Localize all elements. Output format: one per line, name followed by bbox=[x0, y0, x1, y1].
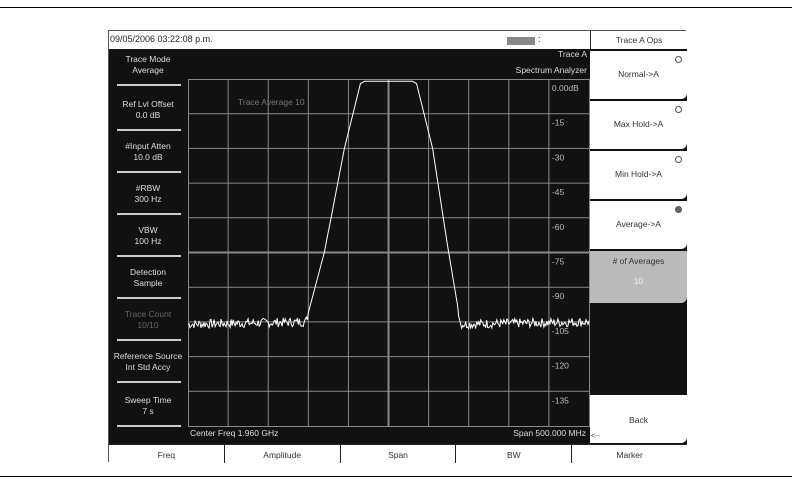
param-value: 300 Hz bbox=[134, 194, 162, 204]
param-sweep-time[interactable]: Sweep Time 7 s bbox=[109, 395, 187, 417]
param-detection[interactable]: Detection Sample bbox=[109, 267, 187, 289]
y-axis-label: -75 bbox=[552, 257, 565, 267]
y-axis-label: -120 bbox=[552, 361, 569, 371]
separator bbox=[117, 297, 181, 299]
param-trace-mode[interactable]: Trace Mode Average bbox=[109, 54, 187, 76]
param--rbw[interactable]: #RBW 300 Hz bbox=[109, 183, 187, 205]
param-value: 7 s bbox=[142, 406, 154, 416]
status-indicator bbox=[507, 37, 535, 45]
center-frequency: Center Freq 1.960 GHz bbox=[190, 428, 279, 438]
separator bbox=[117, 381, 181, 383]
trace-annotation: Trace Average 10 bbox=[238, 97, 305, 107]
softkey-title: Trace A Ops bbox=[590, 31, 687, 49]
mode-label: Spectrum Analyzer bbox=[515, 65, 587, 75]
y-axis-label: -135 bbox=[552, 395, 569, 405]
param-title: Sweep Time bbox=[124, 395, 172, 405]
param--input-atten[interactable]: #Input Atten 10.0 dB bbox=[109, 141, 187, 163]
averages-button[interactable]: # of Averages 10 bbox=[590, 251, 687, 303]
span: Span 500.000 MHz bbox=[513, 428, 586, 438]
param-value: 0.0 dB bbox=[135, 110, 161, 120]
softkey-label: Min Hold->A bbox=[614, 169, 662, 179]
softkey-label: Average->A bbox=[616, 219, 661, 229]
separator bbox=[117, 129, 181, 131]
radio-icon bbox=[675, 156, 682, 163]
tab-span[interactable]: Span bbox=[340, 444, 457, 463]
top-rule bbox=[0, 7, 792, 8]
back-arrow-icon: <-- bbox=[591, 433, 600, 440]
tab-freq[interactable]: Freq bbox=[109, 444, 225, 463]
spectrum-graph: 0.00dB -15 -30 -45 -60 -75 -90 -105 -120 -135 Trac… bbox=[188, 79, 590, 427]
y-axis-label: -105 bbox=[552, 326, 569, 336]
timestamp: 09/05/2006 03:22:08 p.m. bbox=[110, 34, 213, 44]
tab-bw[interactable]: BW bbox=[456, 444, 573, 463]
y-axis-label: 0.00dB bbox=[552, 83, 579, 93]
param-value: 10.0 dB bbox=[133, 152, 163, 162]
parameter-panel: Trace Mode Average Ref Lvl Offset 0.0 dB #In… bbox=[109, 49, 187, 444]
param-title: Reference Source bbox=[113, 351, 183, 361]
param-title: Ref Lvl Offset bbox=[122, 99, 174, 109]
param-value: 100 Hz bbox=[134, 236, 162, 246]
y-axis-label: -15 bbox=[552, 118, 565, 128]
param-value: Int Std Accy bbox=[125, 362, 171, 372]
radio-icon bbox=[675, 206, 682, 213]
param-value: Sample bbox=[133, 278, 163, 288]
softkey-label: Max Hold->A bbox=[613, 119, 664, 129]
param-title: Trace Mode bbox=[125, 54, 171, 64]
softkey-normal-a[interactable]: Normal->A bbox=[590, 51, 687, 99]
param-ref-lvl-offset[interactable]: Ref Lvl Offset 0.0 dB bbox=[109, 99, 187, 121]
param-vbw[interactable]: VBW 100 Hz bbox=[109, 225, 187, 247]
y-axis-label: -90 bbox=[552, 291, 565, 301]
softkey-average-a[interactable]: Average->A bbox=[590, 201, 687, 249]
softkey-panel: Trace A Ops Normal->A Max Hold->A Min Hold… bbox=[590, 31, 687, 444]
softkey-max-hold-a[interactable]: Max Hold->A bbox=[590, 101, 687, 149]
bottom-rule bbox=[0, 476, 792, 477]
param-title: VBW bbox=[138, 225, 158, 235]
param-title: Detection bbox=[130, 267, 166, 277]
separator bbox=[117, 255, 181, 257]
radio-icon bbox=[675, 56, 682, 63]
separator bbox=[117, 171, 181, 173]
y-axis-label: -30 bbox=[552, 152, 565, 162]
param-reference-source[interactable]: Reference Source Int Std Accy bbox=[109, 351, 187, 373]
separator bbox=[117, 425, 181, 427]
param-title: #RBW bbox=[135, 183, 161, 193]
separator bbox=[117, 84, 181, 86]
param-value: 10/10 bbox=[137, 320, 159, 330]
softkey-min-hold-a[interactable]: Min Hold->A bbox=[590, 151, 687, 199]
param-value: Average bbox=[132, 65, 164, 75]
param-title: #Input Atten bbox=[125, 141, 171, 151]
back-label: Back bbox=[629, 415, 648, 425]
y-axis-label: -60 bbox=[552, 222, 565, 232]
status-colon: : bbox=[538, 34, 541, 44]
tab-marker[interactable]: Marker bbox=[572, 444, 687, 463]
radio-icon bbox=[675, 106, 682, 113]
averages-value: 10 bbox=[633, 276, 644, 286]
bottom-menu-bar: Freq Amplitude Span BW Marker bbox=[109, 444, 687, 463]
y-axis-label: -45 bbox=[552, 187, 565, 197]
softkey-label: Normal->A bbox=[618, 69, 659, 79]
separator bbox=[117, 213, 181, 215]
instrument-screen: 09/05/2006 03:22:08 p.m. : Trace Mode Ave… bbox=[108, 30, 687, 463]
param-trace-count[interactable]: Trace Count 10/10 bbox=[109, 309, 187, 331]
tab-amplitude[interactable]: Amplitude bbox=[224, 444, 341, 463]
separator bbox=[117, 339, 181, 341]
trace-label: Trace A bbox=[558, 49, 587, 59]
param-title: Trace Count bbox=[124, 309, 172, 319]
back-button[interactable]: Back bbox=[590, 395, 687, 443]
averages-label: # of Averages bbox=[612, 256, 665, 266]
